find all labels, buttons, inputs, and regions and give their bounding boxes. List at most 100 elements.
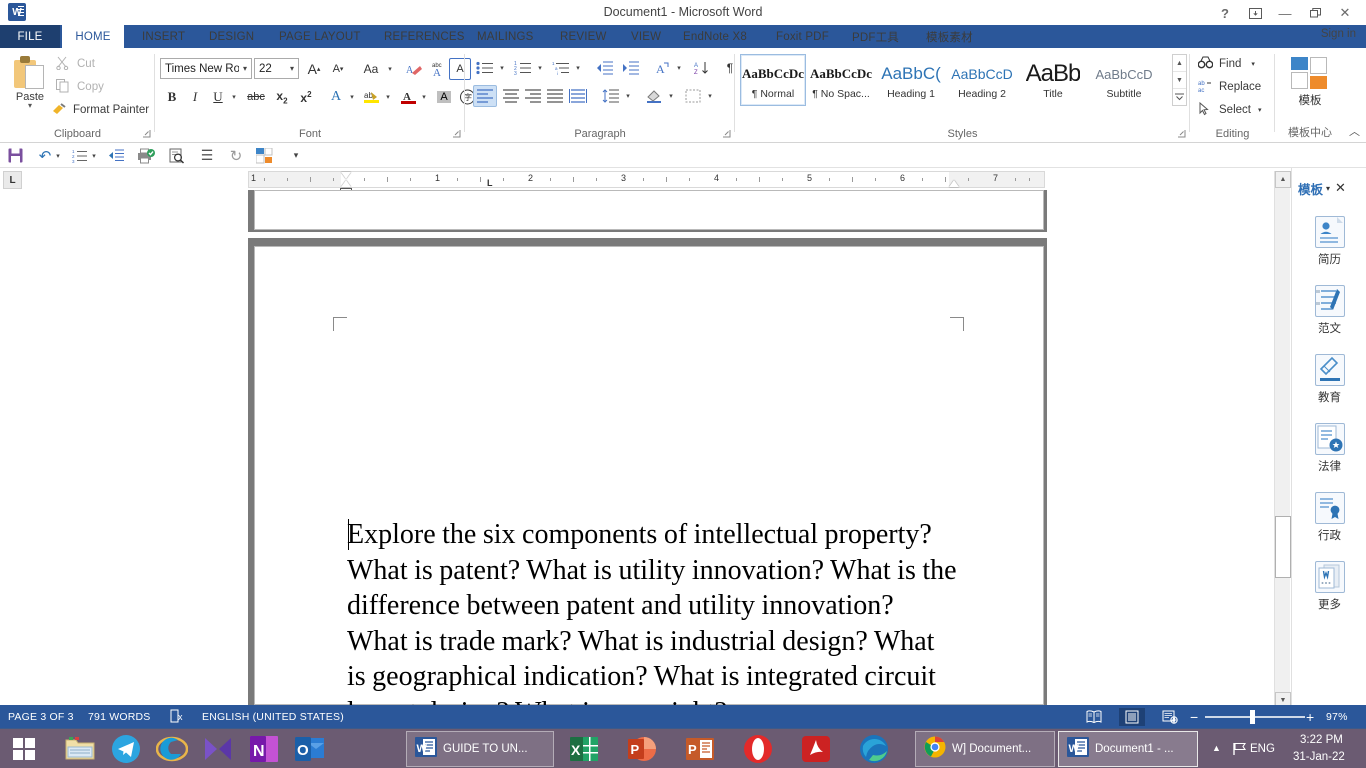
opera-icon[interactable] <box>736 733 780 765</box>
outlook-icon[interactable]: O <box>288 733 332 765</box>
taskbar-window-chrome[interactable]: W] Document... <box>915 731 1055 767</box>
bullets-caret-icon[interactable]: ▾ <box>497 57 507 79</box>
format-painter-button[interactable]: Format Painter <box>52 102 149 118</box>
clock-date[interactable]: 31-Jan-22 <box>1293 751 1345 763</box>
redo-icon[interactable]: ↻ <box>226 146 246 165</box>
align-center-button[interactable] <box>499 85 523 107</box>
text-effects-caret-icon[interactable]: ▾ <box>347 86 357 108</box>
save-icon[interactable] <box>5 146 25 165</box>
font-color-caret-icon[interactable]: ▾ <box>419 86 429 108</box>
tab-foxit-pdf[interactable]: Foxit PDF <box>765 25 840 48</box>
excel-icon[interactable]: X <box>562 733 606 765</box>
template-item-essay[interactable]: 范文 <box>1292 285 1366 353</box>
tab-pdf-tools[interactable]: PDF工具 <box>841 25 910 48</box>
select-button[interactable]: Select ▾ <box>1198 101 1262 118</box>
media-player-icon[interactable] <box>196 733 240 765</box>
numbering-caret-icon[interactable]: ▾ <box>535 57 545 79</box>
zoom-out-button[interactable]: − <box>1190 709 1198 725</box>
zoom-slider-thumb[interactable] <box>1250 710 1255 724</box>
quick-print-icon[interactable] <box>136 146 156 165</box>
chevron-down-icon[interactable]: ▾ <box>1326 184 1330 193</box>
change-case-button[interactable]: Aa <box>357 58 385 80</box>
style-normal[interactable]: AaBbCcDc ¶ Normal <box>740 54 806 106</box>
copy-button[interactable]: Copy <box>56 79 104 95</box>
sort-button[interactable]: AZ <box>691 57 713 79</box>
justify-button[interactable] <box>543 85 567 107</box>
numbering-icon[interactable]: 123 <box>70 146 90 165</box>
line-spacing-button[interactable] <box>599 85 623 107</box>
hanging-indent-marker[interactable] <box>341 180 351 187</box>
help-button[interactable]: ? <box>1210 2 1240 24</box>
ribbon-display-options-button[interactable] <box>1240 2 1270 24</box>
language-indicator[interactable]: ENG <box>1250 743 1275 755</box>
tab-template-material[interactable]: 模板素材 <box>915 25 984 48</box>
zoom-level[interactable]: 97% <box>1326 711 1348 723</box>
scrollbar-thumb[interactable] <box>1275 516 1291 578</box>
horizontal-ruler[interactable]: 1 1 2 3 4 5 6 7 L <box>248 171 1045 188</box>
document-canvas[interactable]: Explore the six components of intellectu… <box>0 190 1272 728</box>
template-item-more[interactable]: 更多 <box>1292 561 1366 629</box>
style-heading-2[interactable]: AaBbCcD Heading 2 <box>949 54 1015 106</box>
zoom-in-button[interactable]: + <box>1306 709 1314 725</box>
grow-font-button[interactable]: A ▴ <box>303 58 325 80</box>
page-indicator[interactable]: PAGE 3 OF 3 <box>8 711 74 723</box>
taskbar-window-guide[interactable]: W GUIDE TO UN... <box>406 731 554 767</box>
align-right-button[interactable] <box>521 85 545 107</box>
proofing-errors-icon[interactable]: x <box>170 709 186 726</box>
select-caret-icon[interactable]: ▾ <box>1258 106 1262 114</box>
edge-icon[interactable] <box>852 733 896 765</box>
collapse-ribbon-button[interactable]: ︿ <box>1349 123 1360 139</box>
tab-design[interactable]: DESIGN <box>198 25 265 48</box>
telegram-icon[interactable] <box>104 733 148 765</box>
web-layout-button[interactable] <box>1157 708 1183 726</box>
find-button[interactable]: Find ▾ <box>1197 56 1255 72</box>
shading-button[interactable] <box>642 85 666 107</box>
tab-stop-marker[interactable]: L <box>487 178 493 188</box>
font-name-combo[interactable]: Times New Ro ▾ <box>160 58 252 79</box>
styles-dialog-launcher[interactable] <box>1178 130 1186 140</box>
align-left-button[interactable] <box>473 85 497 107</box>
cut-button[interactable]: Cut <box>56 56 95 72</box>
character-shading-button[interactable]: A <box>433 86 455 108</box>
document-vertical-scrollbar[interactable]: ▲ ▼ <box>1274 171 1291 709</box>
sign-in-link[interactable]: Sign in <box>1321 28 1356 40</box>
template-item-education[interactable]: 教育 <box>1292 354 1366 422</box>
line-spacing-caret-icon[interactable]: ▾ <box>623 85 633 107</box>
asian-layout-button[interactable]: A <box>650 57 674 79</box>
network-flag-icon[interactable] <box>1232 742 1248 761</box>
close-icon[interactable]: ✕ <box>1335 180 1346 196</box>
read-mode-button[interactable] <box>1081 708 1107 726</box>
print-preview-icon[interactable] <box>167 146 187 165</box>
tab-insert[interactable]: INSERT <box>131 25 196 48</box>
template-button[interactable]: 模板 <box>1287 57 1333 117</box>
publisher-icon[interactable]: P <box>678 733 722 765</box>
font-color-button[interactable]: A <box>397 86 419 108</box>
adobe-reader-icon[interactable] <box>794 733 838 765</box>
clear-formatting-button[interactable]: A <box>403 58 425 80</box>
template-item-legal[interactable]: 法律 <box>1292 423 1366 491</box>
tab-home[interactable]: HOME <box>62 25 124 48</box>
start-button[interactable] <box>0 729 48 768</box>
tab-endnote[interactable]: EndNote X8 <box>672 25 758 48</box>
document-paragraph[interactable]: Explore the six components of intellectu… <box>347 517 959 730</box>
find-caret-icon[interactable]: ▾ <box>1251 60 1255 68</box>
page-current[interactable]: Explore the six components of intellectu… <box>254 246 1044 728</box>
zoom-slider-track[interactable] <box>1205 716 1305 718</box>
italic-button[interactable]: I <box>184 86 206 108</box>
distributed-button[interactable] <box>566 85 590 107</box>
tab-references[interactable]: REFERENCES <box>373 25 476 48</box>
lines-icon[interactable]: ☰ <box>197 146 217 165</box>
paste-button[interactable]: Paste ▾ <box>8 54 52 122</box>
onenote-icon[interactable]: N <box>242 733 286 765</box>
paste-dropdown-caret[interactable]: ▾ <box>28 102 32 110</box>
subscript-button[interactable]: x2 <box>271 86 293 108</box>
language-indicator[interactable]: ENGLISH (UNITED STATES) <box>202 711 344 723</box>
minimize-button[interactable]: — <box>1270 2 1300 24</box>
style-heading-1[interactable]: AaBbC( Heading 1 <box>878 54 944 106</box>
style-no-spacing[interactable]: AaBbCcDc ¶ No Spac... <box>808 54 874 106</box>
shading-caret-icon[interactable]: ▾ <box>666 85 676 107</box>
template-item-admin[interactable]: 行政 <box>1292 492 1366 560</box>
close-button[interactable]: ✕ <box>1330 2 1360 24</box>
chevron-down-icon[interactable]: ▾ <box>239 64 251 73</box>
multilevel-caret-icon[interactable]: ▾ <box>573 57 583 79</box>
